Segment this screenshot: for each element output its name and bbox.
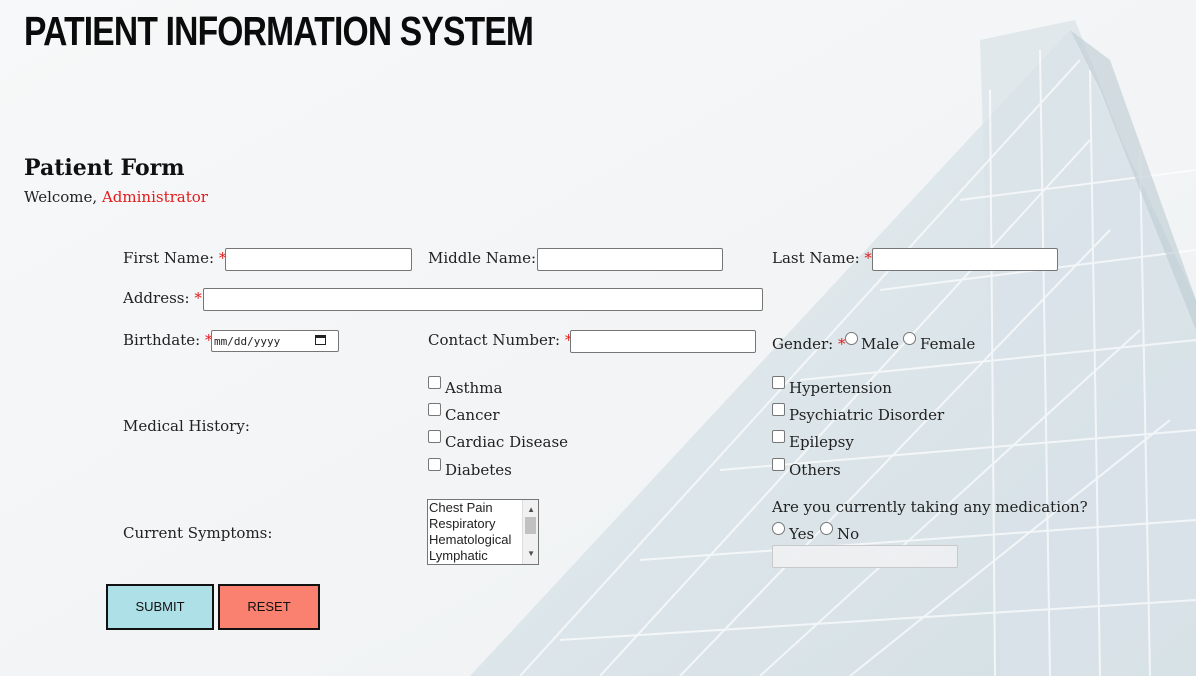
others-label[interactable]: Others — [789, 461, 841, 479]
diabetes-label[interactable]: Diabetes — [445, 461, 512, 479]
medication-no-label[interactable]: No — [837, 525, 859, 543]
app-title: PATIENT INFORMATION SYSTEM — [24, 8, 534, 54]
birthdate-input[interactable]: mm/dd/yyyy — [211, 330, 339, 352]
address-label: Address: * — [123, 289, 202, 307]
scroll-up-icon[interactable]: ▲ — [527, 502, 535, 518]
current-symptoms-listbox[interactable]: Chest Pain Respiratory Hematological Lym… — [427, 499, 539, 565]
scrollbar-thumb[interactable] — [525, 517, 536, 534]
birthdate-label: Birthdate: * — [123, 331, 212, 349]
last-name-label: Last Name: * — [772, 249, 872, 267]
medication-no-radio[interactable] — [820, 522, 833, 535]
user-name: Administrator — [101, 188, 208, 206]
required-mark: * — [864, 249, 872, 267]
psychiatric-disorder-checkbox[interactable] — [772, 403, 785, 416]
medication-details-input[interactable] — [772, 545, 958, 568]
hypertension-label[interactable]: Hypertension — [789, 379, 892, 397]
form-heading: Patient Form — [24, 155, 185, 181]
asthma-label[interactable]: Asthma — [445, 379, 502, 397]
contact-number-label: Contact Number: * — [428, 331, 572, 349]
gender-female-label[interactable]: Female — [920, 335, 975, 353]
cardiac-disease-label[interactable]: Cardiac Disease — [445, 433, 568, 451]
diabetes-checkbox[interactable] — [428, 458, 441, 471]
current-symptoms-label: Current Symptoms: — [123, 524, 273, 542]
first-name-label: First Name: * — [123, 249, 226, 267]
medication-yes-label[interactable]: Yes — [789, 525, 814, 543]
gender-male-radio[interactable] — [845, 332, 858, 345]
last-name-label-text: Last Name: — [772, 249, 860, 267]
medication-yes-radio[interactable] — [772, 522, 785, 535]
listbox-scrollbar[interactable]: ▲ ▼ — [522, 500, 538, 564]
contact-number-input[interactable] — [570, 330, 756, 353]
middle-name-input[interactable] — [537, 248, 723, 271]
gender-label: Gender: * — [772, 335, 846, 353]
welcome-message: Welcome, Administrator — [24, 188, 208, 206]
medical-history-label: Medical History: — [123, 417, 250, 435]
cardiac-disease-checkbox[interactable] — [428, 430, 441, 443]
welcome-prefix: Welcome, — [24, 188, 98, 206]
birthdate-placeholder: mm/dd/yyyy — [214, 335, 281, 348]
birthdate-label-text: Birthdate: — [123, 331, 201, 349]
gender-male-label[interactable]: Male — [861, 335, 899, 353]
address-label-text: Address: — [123, 289, 190, 307]
contact-number-label-text: Contact Number: — [428, 331, 561, 349]
psychiatric-disorder-label[interactable]: Psychiatric Disorder — [789, 406, 944, 424]
cancer-label[interactable]: Cancer — [445, 406, 500, 424]
epilepsy-checkbox[interactable] — [772, 430, 785, 443]
calendar-icon[interactable] — [315, 335, 326, 345]
first-name-input[interactable] — [225, 248, 412, 271]
gender-female-radio[interactable] — [903, 332, 916, 345]
required-mark: * — [194, 289, 202, 307]
asthma-checkbox[interactable] — [428, 376, 441, 389]
submit-button[interactable]: SUBMIT — [106, 584, 214, 630]
address-input[interactable] — [203, 288, 763, 311]
last-name-input[interactable] — [872, 248, 1058, 271]
epilepsy-label[interactable]: Epilepsy — [789, 433, 854, 451]
others-checkbox[interactable] — [772, 458, 785, 471]
scroll-down-icon[interactable]: ▼ — [527, 546, 535, 562]
reset-button[interactable]: RESET — [218, 584, 320, 630]
gender-label-text: Gender: — [772, 335, 834, 353]
medication-question: Are you currently taking any medication? — [772, 498, 1088, 516]
hypertension-checkbox[interactable] — [772, 376, 785, 389]
middle-name-label: Middle Name: — [428, 249, 537, 267]
cancer-checkbox[interactable] — [428, 403, 441, 416]
first-name-label-text: First Name: — [123, 249, 215, 267]
